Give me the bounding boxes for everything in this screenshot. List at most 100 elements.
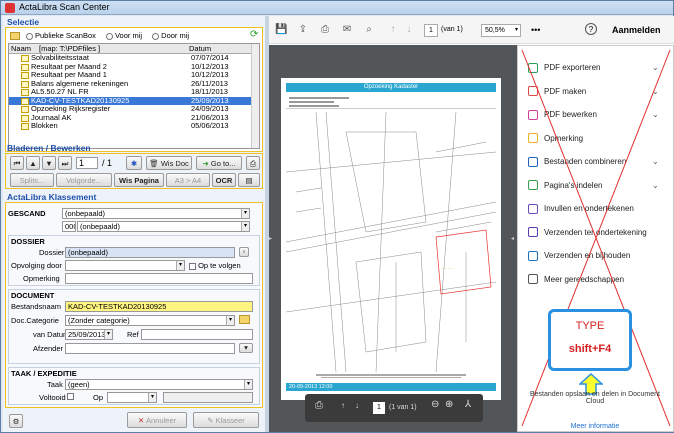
folder-icon[interactable]: [239, 315, 250, 324]
afzender-field[interactable]: [65, 343, 235, 354]
left-panel: Selectie Publieke ScanBox Voor mij Door …: [3, 16, 265, 432]
refresh-icon[interactable]: ⟳: [250, 30, 260, 40]
page-input[interactable]: 1: [424, 24, 438, 37]
settings-icon[interactable]: ⚙: [9, 414, 23, 428]
wis-doc-button[interactable]: 🗑 Wis Doc: [146, 156, 192, 170]
print-icon[interactable]: ⎙: [246, 156, 260, 170]
help-icon[interactable]: ?: [585, 23, 597, 35]
next-page-icon[interactable]: ↓: [403, 24, 415, 36]
page-of: (van 1): [441, 26, 463, 33]
zoom-in-icon[interactable]: ⊕: [445, 399, 453, 410]
op-te-volgen-label: Op te volgen: [198, 261, 241, 270]
opvolging-label: Opvolging door: [11, 261, 62, 270]
col-naam[interactable]: Naam: [9, 44, 39, 53]
op-extra-field[interactable]: [163, 392, 253, 403]
rotate-icon[interactable]: ✱: [126, 156, 142, 170]
col-datum[interactable]: Datum: [189, 44, 249, 53]
first-page-button[interactable]: ⏮: [10, 156, 24, 170]
window-title: ActaLibra Scan Center: [19, 2, 110, 12]
document-area[interactable]: ▸ Opzoeking Kadaster · · · · 20-09-2013 …: [269, 45, 517, 432]
wis-pagina-button[interactable]: Wis Pagina: [114, 173, 164, 187]
zoom-out-icon[interactable]: ⊖: [431, 399, 439, 410]
annotation-type: TYPE: [575, 320, 605, 332]
goto-button[interactable]: ➜ Go to...: [196, 156, 242, 170]
col-map[interactable]: [map: T:\PDFfiles ]: [39, 44, 189, 53]
prev-page-button[interactable]: ▲: [26, 156, 40, 170]
vandatum-field[interactable]: 25/09/2013 ▾: [65, 329, 113, 340]
voltooid-label: Voltooid: [39, 393, 66, 402]
afzender-label: Afzender: [33, 344, 64, 353]
prev-page-icon[interactable]: ↑: [341, 401, 345, 410]
gescand-sub-select[interactable]: (onbepaald) ▾: [77, 221, 250, 232]
a3-a4-button[interactable]: A3 > A4: [166, 173, 210, 187]
zoom-select[interactable]: 50,5% ▾: [481, 24, 521, 37]
gescand-code[interactable]: 000: [62, 221, 76, 232]
op-te-volgen-checkbox[interactable]: [189, 262, 196, 270]
app-icon: [5, 3, 15, 13]
doccat-label: Doc.Categorie: [11, 316, 59, 325]
chevron-down-icon: ▾: [241, 209, 249, 218]
signin-button[interactable]: Aanmelden: [612, 25, 661, 35]
dossier-field[interactable]: (onbepaald): [65, 247, 235, 258]
page-number-input[interactable]: 1: [76, 157, 98, 169]
doccat-select[interactable]: (Zonder categorie) ▾: [65, 315, 235, 326]
chevron-down-icon: ▾: [514, 27, 518, 33]
op-date-field[interactable]: ▾: [107, 392, 157, 403]
last-page-button[interactable]: ⏭: [58, 156, 72, 170]
klasseer-button[interactable]: ✎ Klasseer: [193, 412, 259, 428]
klassement-header: ActaLibra Klassement: [7, 192, 97, 202]
pdf-file-icon: [21, 114, 29, 122]
more-icon[interactable]: •••: [531, 25, 540, 35]
ocr-button[interactable]: OCR: [212, 173, 236, 187]
radio-voor-mij[interactable]: Voor mij: [105, 31, 142, 40]
splits-button[interactable]: Splits...: [10, 173, 54, 187]
bestandsnaam-label: Bestandsnaam: [11, 302, 62, 311]
folder-icon[interactable]: [10, 32, 20, 40]
opvolging-select[interactable]: ▾: [65, 260, 185, 271]
print-icon[interactable]: ⎙: [319, 24, 331, 36]
save-icon[interactable]: 💾: [275, 24, 287, 36]
chevron-down-icon: ▾: [104, 330, 112, 339]
chevron-down-icon: ▾: [226, 316, 234, 325]
tools-side-panel: PDF exporteren ⌄ PDF maken ⌄ PDF bewerken ⌄ Op…: [517, 45, 674, 432]
collapse-left-icon[interactable]: ▸: [269, 235, 272, 243]
print-icon[interactable]: ⎙: [315, 400, 323, 411]
prev-page-icon[interactable]: ↑: [387, 24, 399, 36]
meer-informatie-link[interactable]: Meer informatie: [520, 423, 670, 430]
float-page-input[interactable]: 1: [373, 402, 385, 414]
gescand-select[interactable]: (onbepaald) ▾: [62, 208, 250, 219]
taak-label: Taak: [47, 380, 63, 389]
volgorde-button[interactable]: Volgorde...: [56, 173, 112, 187]
file-list-scrollbar[interactable]: [251, 44, 259, 148]
acrobat-icon[interactable]: ⅄: [465, 399, 471, 410]
upload-icon[interactable]: ⇪: [297, 24, 309, 36]
dossier-browse-icon[interactable]: ▫: [239, 247, 249, 257]
chevron-down-icon: ▾: [148, 393, 156, 402]
annotation-key: shift+F4: [568, 343, 612, 355]
doc-footer: 20-09-2013 12:00: [286, 383, 496, 391]
scan-icon[interactable]: ▤: [238, 173, 260, 187]
radio-publieke[interactable]: Publieke ScanBox: [26, 31, 96, 40]
dossier-title: DOSSIER: [11, 237, 45, 246]
radio-door-mij[interactable]: Door mij: [152, 31, 189, 40]
mail-icon[interactable]: ✉: [341, 24, 353, 36]
afzender-select-icon[interactable]: ▾: [239, 343, 253, 353]
chevron-down-icon: ▾: [176, 261, 184, 270]
taak-select[interactable]: (geen) ▾: [65, 379, 253, 390]
file-list[interactable]: Naam [map: T:\PDFfiles ] Datum Solvabili…: [8, 43, 260, 149]
ref-field[interactable]: [141, 329, 253, 340]
pdf-viewer: 💾 ⇪ ⎙ ✉ ⌕ ↑ ↓ 1 (van 1) 50,5% ▾ ••• ? Aan…: [269, 16, 674, 432]
next-page-icon[interactable]: ↓: [355, 401, 359, 410]
bestandsnaam-field[interactable]: KAD-CV-TESTKAD20130925: [65, 301, 253, 312]
voltooid-checkbox[interactable]: [67, 393, 74, 400]
pdf-file-icon: [21, 55, 29, 62]
file-row[interactable]: Blokken 05/06/2013: [9, 121, 259, 131]
app-window: ActaLibra Scan Center Selectie Publieke …: [0, 0, 674, 433]
doc-notice: [286, 374, 496, 380]
search-icon[interactable]: ⌕: [363, 24, 375, 36]
opmerking-field[interactable]: [65, 273, 253, 284]
opmerking-label: Opmerking: [23, 274, 60, 283]
document-cloud-text: Bestanden opslaan en delen in Document C…: [530, 391, 660, 405]
next-page-button[interactable]: ▼: [42, 156, 56, 170]
annuleer-button[interactable]: ✕ Annuleer: [127, 412, 187, 428]
